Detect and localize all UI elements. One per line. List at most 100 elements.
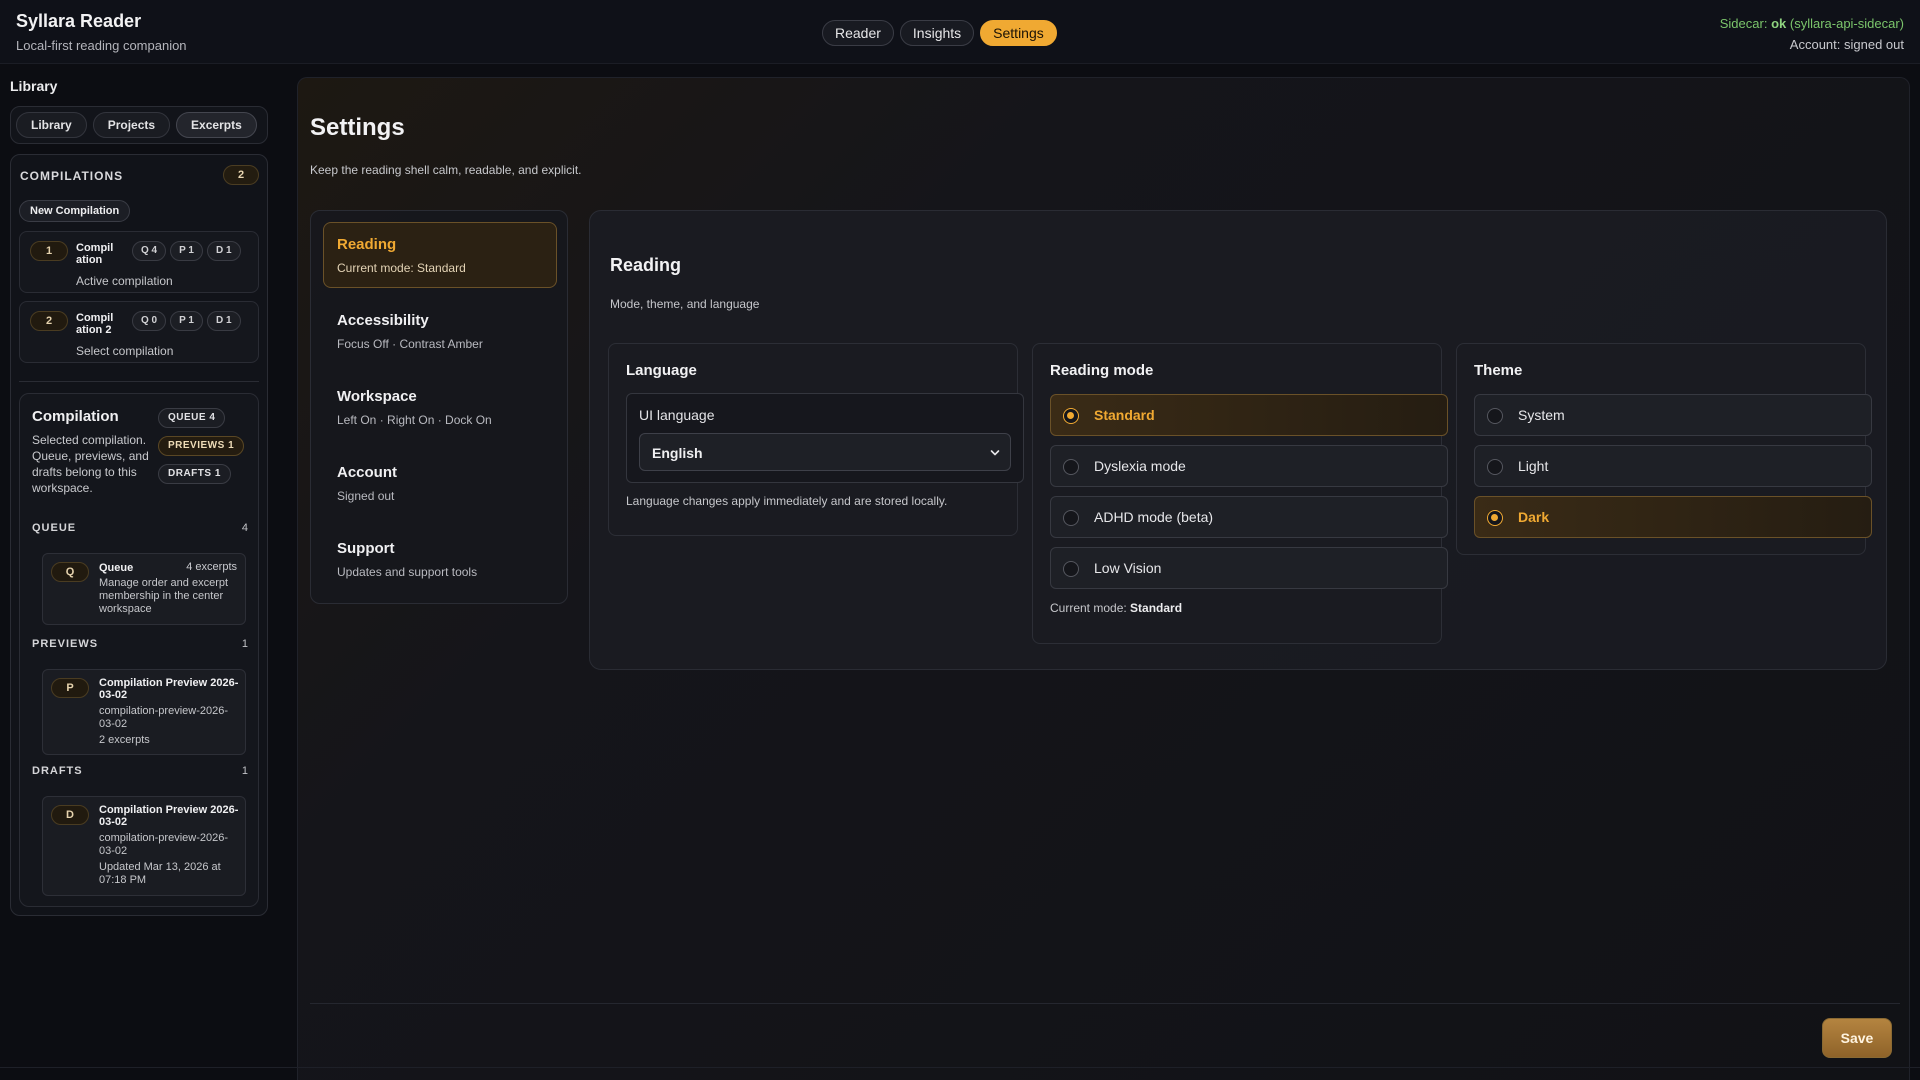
entry-extra: Updated Mar 13, 2026 at 07:18 PM (99, 861, 221, 886)
bottom-border (0, 1067, 1920, 1068)
ui-language-select[interactable]: English (639, 433, 1011, 471)
drafts-section-count: 1 (241, 765, 248, 777)
settings-nav-reading[interactable]: Reading Current mode: Standard (323, 222, 557, 288)
theme-option-dark[interactable]: Dark (1474, 496, 1872, 538)
reading-mode-option-dyslexia[interactable]: Dyslexia mode (1050, 445, 1448, 487)
sidebar-tabs: Library Projects Excerpts (10, 106, 268, 144)
draft-entry[interactable]: D Compilation Preview 2026-03-02 compila… (42, 796, 246, 896)
radio-icon (1063, 561, 1079, 577)
sidebar-heading: Library (10, 78, 58, 94)
status-area: Sidecar: ok (syllara-api-sidecar) Accoun… (1720, 13, 1904, 55)
compilation-name: Compil ation 2 (76, 312, 114, 336)
reading-mode-option-adhd[interactable]: ADHD mode (beta) (1050, 496, 1448, 538)
account-status: Account: signed out (1789, 37, 1904, 52)
entry-meta: 4 excerpts (186, 561, 237, 573)
drafts-tag: DRAFTS 1 (158, 464, 231, 484)
reading-mode-option-standard[interactable]: Standard (1050, 394, 1448, 436)
reading-panel-title: Reading (610, 255, 682, 275)
detail-description: Selected compilation. Queue, previews, a… (32, 433, 149, 495)
footer-divider (310, 1003, 1900, 1004)
sidebar-tab-projects[interactable]: Projects (92, 112, 171, 138)
divider (19, 381, 259, 382)
queue-count-chip: Q 4 (132, 241, 167, 261)
compilations-title: COMPILATIONS (20, 169, 124, 183)
reading-mode-card: Reading mode Standard Dyslexia mode ADHD… (1032, 343, 1448, 644)
new-compilation-button[interactable]: New Compilation (19, 200, 131, 222)
settings-nav: Reading Current mode: Standard Accessibi… (310, 210, 568, 604)
compilation-item[interactable]: 1 Compil ation Q 4 P 1 D 1 Active compil… (19, 231, 259, 293)
sidebar-tab-excerpts[interactable]: Excerpts (176, 112, 257, 138)
entry-chip: Q (51, 562, 89, 582)
entry-slug: compilation-preview-2026-03-02 (99, 705, 229, 730)
entry-title: Compilation Preview 2026-03-02 (99, 804, 239, 828)
current-mode-note: Current mode: Standard (1050, 601, 1183, 615)
entry-title: Compilation Preview 2026-03-02 (99, 677, 239, 701)
theme-title: Theme (1474, 362, 1523, 379)
preview-count-chip: P 1 (170, 311, 203, 331)
draft-count-chip: D 1 (206, 311, 241, 331)
chevron-down-icon (990, 450, 1000, 456)
tab-insights[interactable]: Insights (899, 20, 975, 46)
top-bar: Syllara Reader Local-first reading compa… (0, 0, 1920, 64)
language-note: Language changes apply immediately and a… (626, 494, 948, 508)
compilation-number: 2 (30, 311, 68, 331)
previews-section-count: 1 (241, 638, 248, 650)
entry-extra: 2 excerpts (99, 734, 150, 746)
reading-mode-option-low-vision[interactable]: Low Vision (1050, 547, 1448, 589)
nav-label: Accessibility (337, 312, 429, 329)
sidebar-tab-library[interactable]: Library (16, 112, 87, 138)
settings-nav-support[interactable]: Support Updates and support tools (323, 526, 557, 592)
main-nav: Reader Insights Settings (822, 20, 1057, 46)
compilation-item[interactable]: 2 Compil ation 2 Q 0 P 1 D 1 Select comp… (19, 301, 259, 363)
entry-chip: P (51, 678, 89, 698)
queue-entry[interactable]: Q Queue 4 excerpts Manage order and exce… (42, 553, 246, 625)
reading-panel-subtitle: Mode, theme, and language (610, 297, 760, 311)
entry-slug: compilation-preview-2026-03-02 (99, 832, 229, 857)
radio-icon (1487, 459, 1503, 475)
nav-desc: Left On · Right On · Dock On (337, 413, 492, 427)
tab-reader[interactable]: Reader (822, 20, 894, 46)
compilations-panel: COMPILATIONS 2 New Compilation 1 Compil … (10, 154, 268, 916)
app-title: Syllara Reader (16, 11, 142, 31)
nav-label: Support (337, 540, 395, 557)
compilation-detail: Compilation Selected compilation. Queue,… (19, 393, 259, 907)
radio-icon (1063, 510, 1079, 526)
compilation-status: Select compilation (76, 344, 174, 358)
reading-mode-title: Reading mode (1050, 362, 1154, 379)
tab-settings[interactable]: Settings (980, 20, 1057, 46)
ui-language-label: UI language (639, 407, 715, 423)
preview-count-chip: P 1 (170, 241, 203, 261)
settings-main: Settings Keep the reading shell calm, re… (297, 77, 1910, 1080)
theme-option-light[interactable]: Light (1474, 445, 1872, 487)
reading-panel: Reading Mode, theme, and language Langua… (589, 210, 1887, 670)
page-title: Settings (310, 114, 405, 141)
drafts-section-label: DRAFTS (32, 765, 83, 777)
radio-icon (1487, 408, 1503, 424)
nav-desc: Updates and support tools (337, 565, 478, 579)
language-field: UI language English (626, 393, 1024, 483)
sidecar-status: Sidecar: ok (syllara-api-sidecar) (1719, 16, 1904, 31)
settings-nav-account[interactable]: Account Signed out (323, 450, 557, 516)
sidebar: Library Library Projects Excerpts COMPIL… (0, 64, 280, 1080)
settings-nav-accessibility[interactable]: Accessibility Focus Off · Contrast Amber (323, 298, 557, 364)
draft-count-chip: D 1 (206, 241, 241, 261)
nav-label: Workspace (337, 388, 417, 405)
nav-label: Reading (337, 236, 397, 253)
save-button[interactable]: Save (1822, 1018, 1892, 1058)
preview-entry[interactable]: P Compilation Preview 2026-03-02 compila… (42, 669, 246, 755)
queue-count-chip: Q 0 (132, 311, 167, 331)
nav-desc: Current mode: Standard (337, 261, 466, 275)
language-card: Language UI language English Language ch… (608, 343, 1024, 536)
queue-tag: QUEUE 4 (158, 408, 226, 428)
compilations-count: 2 (223, 165, 259, 185)
app-subtitle: Local-first reading companion (16, 38, 187, 53)
settings-nav-workspace[interactable]: Workspace Left On · Right On · Dock On (323, 374, 557, 440)
compilation-status: Active compilation (76, 274, 173, 288)
nav-label: Account (337, 464, 397, 481)
detail-title: Compilation (32, 408, 119, 425)
theme-card: Theme System Light Dark (1456, 343, 1872, 555)
theme-option-system[interactable]: System (1474, 394, 1872, 436)
entry-chip: D (51, 805, 89, 825)
nav-desc: Signed out (337, 489, 395, 503)
nav-desc: Focus Off · Contrast Amber (337, 337, 483, 351)
